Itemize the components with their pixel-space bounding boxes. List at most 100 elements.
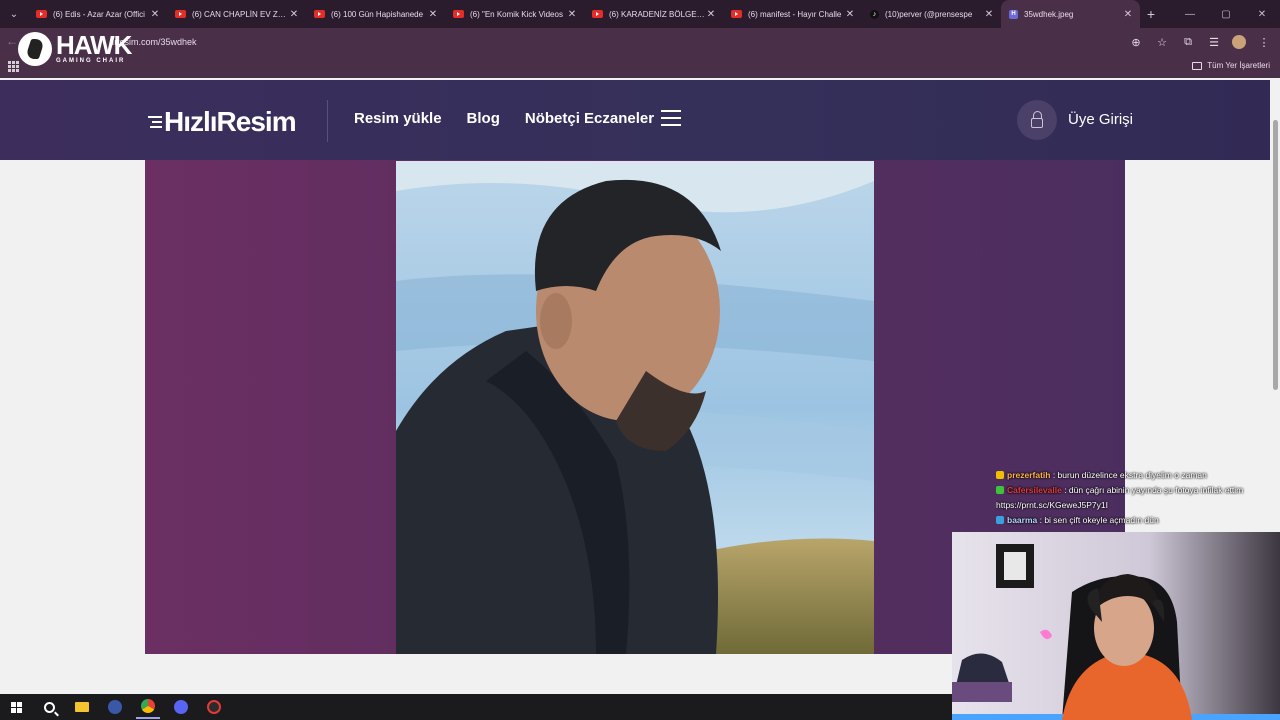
chat-message: prezerfatih : burun düzelince ekstra diy… [996, 468, 1272, 483]
tab-close-icon[interactable]: ✕ [1122, 9, 1134, 20]
hamburger-menu-icon[interactable] [661, 110, 681, 126]
all-bookmarks-button[interactable]: Tüm Yer İşaretleri [1192, 61, 1270, 70]
browser-tab[interactable]: ♪ (10)perver (@prensespe ✕ [862, 0, 1001, 28]
tiktok-icon: ♪ [870, 9, 879, 19]
tab-close-icon[interactable]: ✕ [288, 9, 300, 20]
tab-close-icon[interactable]: ✕ [705, 9, 717, 20]
login-link[interactable]: Üye Girişi [1068, 111, 1133, 128]
all-bookmarks-label: Tüm Yer İşaretleri [1207, 61, 1270, 70]
tab-label: (6) Edis - Azar Azar (Offici [53, 9, 145, 19]
photo-illustration [396, 161, 874, 654]
maximize-icon[interactable]: ▢ [1208, 0, 1244, 28]
header-divider [327, 100, 328, 142]
hawk-overlay-logo: HAWK GAMING CHAIR [18, 30, 132, 66]
site-header: HızlıResim Resim yükle Blog Nöbetçi Ecza… [0, 80, 1270, 160]
media-list-icon[interactable]: ☰ [1206, 36, 1222, 49]
nav-pharmacies[interactable]: Nöbetçi Eczaneler [525, 110, 654, 127]
discord-icon[interactable] [169, 695, 193, 719]
tabs-container: (6) Edis - Azar Azar (Offici ✕ (6) CAN CHA… [28, 0, 1140, 28]
bookmarks-bar: Tüm Yer İşaretleri [0, 56, 1280, 78]
browser-tab-strip: ⌄ (6) Edis - Azar Azar (Offici ✕ (6) CAN C… [0, 0, 1280, 28]
nav-blog[interactable]: Blog [467, 110, 500, 127]
browser-tab[interactable]: (6) CAN CHAPLİN EV ZİYA ✕ [167, 0, 306, 28]
stream-chat-overlay: prezerfatih : burun düzelince ekstra diy… [996, 468, 1272, 528]
tab-close-icon[interactable]: ✕ [566, 9, 578, 20]
tab-label: (6) manifest - Hayır Challe [748, 9, 842, 19]
chat-message: https://prnt.sc/KGeweJ5P7y1I [996, 498, 1272, 513]
address-bar[interactable]: lıresim.com/35wdhek [104, 32, 1144, 52]
scrollbar-thumb[interactable] [1273, 120, 1278, 390]
youtube-icon [175, 10, 186, 18]
window-controls: — ▢ ✕ [1172, 0, 1280, 28]
zoom-icon[interactable]: ⊕ [1128, 36, 1144, 49]
tab-label: (10)perver (@prensespe [885, 9, 973, 19]
close-window-icon[interactable]: ✕ [1244, 0, 1280, 28]
windows-taskbar [0, 694, 952, 720]
tab-close-icon[interactable]: ✕ [427, 9, 439, 20]
browser-tab[interactable]: (6) "En Komik Kick Videos ✕ [445, 0, 584, 28]
search-icon[interactable] [37, 695, 61, 719]
chat-username: baarma [1007, 515, 1038, 525]
webcam-illustration [952, 532, 1280, 720]
tab-label: 35wdhek.jpeg [1024, 9, 1074, 19]
chrome-icon[interactable] [136, 695, 160, 719]
hawk-feather-icon [18, 32, 52, 66]
more-menu-icon[interactable]: ⋮ [1256, 36, 1272, 49]
tab-label: (6) KARADENİZ BÖLGESİ' [609, 9, 705, 19]
site-logo[interactable]: HızlıResim [148, 106, 297, 138]
chat-badge-icon [996, 516, 1004, 524]
site-nav: Resim yükle Blog Nöbetçi Eczaneler [354, 110, 654, 127]
new-tab-button[interactable]: + [1140, 6, 1162, 22]
chat-text: : bi sen çift okeyle açmadın dün [1037, 515, 1159, 525]
browser-tab[interactable]: (6) KARADENİZ BÖLGESİ' ✕ [584, 0, 723, 28]
browser-tab[interactable]: (6) 100 Gün Hapishanede ✕ [306, 0, 445, 28]
youtube-icon [453, 10, 464, 18]
chat-username: Cafersilevalle [1007, 485, 1062, 495]
uploaded-photo[interactable] [396, 161, 874, 654]
folder-icon [1192, 61, 1203, 70]
youtube-icon [314, 10, 325, 18]
browser-tab[interactable]: H 35wdhek.jpeg ✕ [1001, 0, 1140, 28]
chat-username: prezerfatih [1007, 470, 1051, 480]
chat-message: baarma : bi sen çift okeyle açmadın dün [996, 513, 1272, 528]
chat-text: : burun düzelince ekstra diyelim o zaman [1050, 470, 1207, 480]
speed-lines-icon [148, 116, 162, 128]
chat-message: Cafersilevalle : dün çağrı abinin yayınd… [996, 483, 1272, 498]
chat-badge-icon [996, 486, 1004, 494]
apps-grid-icon[interactable] [8, 61, 19, 72]
tab-label: (6) 100 Gün Hapishanede [331, 9, 424, 19]
nav-upload-image[interactable]: Resim yükle [354, 110, 442, 127]
browser-tab[interactable]: (6) manifest - Hayır Challe ✕ [723, 0, 862, 28]
minimize-icon[interactable]: — [1172, 0, 1208, 28]
browser-toolbar: ← lıresim.com/35wdhek ⊕ ☆ ⧉ ☰ ⋮ [0, 28, 1280, 56]
youtube-icon [731, 10, 742, 18]
chat-text: https://prnt.sc/KGeweJ5P7y1I [996, 500, 1108, 510]
extensions-icon[interactable]: ⧉ [1180, 36, 1196, 49]
chat-text: : dün çağrı abinin yayında şu fotoya inf… [1061, 485, 1244, 495]
lock-icon [1031, 111, 1043, 128]
chat-badge-icon [996, 471, 1004, 479]
youtube-icon [36, 10, 47, 18]
site-logo-text: HızlıResim [164, 106, 297, 137]
obs-record-icon[interactable] [202, 695, 226, 719]
youtube-icon [592, 10, 603, 18]
tab-close-icon[interactable]: ✕ [844, 9, 856, 20]
hawk-title: HAWK [56, 30, 132, 60]
hawk-subtitle: GAMING CHAIR [56, 58, 126, 64]
tab-search-chevron-icon[interactable]: ⌄ [0, 0, 28, 28]
windows-start-icon[interactable] [4, 695, 28, 719]
browser-tab[interactable]: (6) Edis - Azar Azar (Offici ✕ [28, 0, 167, 28]
streamer-webcam [952, 532, 1280, 720]
profile-avatar[interactable] [1232, 35, 1246, 49]
tab-close-icon[interactable]: ✕ [149, 9, 161, 20]
file-explorer-icon[interactable] [70, 695, 94, 719]
toolbar-icons: ⊕ ☆ ⧉ ☰ ⋮ [1128, 28, 1272, 56]
tab-close-icon[interactable]: ✕ [983, 9, 995, 20]
tab-label: (6) CAN CHAPLİN EV ZİYA [192, 9, 288, 19]
tab-label: (6) "En Komik Kick Videos [470, 9, 563, 19]
app-round-icon[interactable] [103, 695, 127, 719]
bookmark-star-icon[interactable]: ☆ [1154, 36, 1170, 49]
login-lock-button[interactable] [1017, 100, 1057, 140]
back-arrow-icon[interactable]: ← [6, 34, 18, 48]
hizliresim-icon: H [1009, 9, 1018, 19]
